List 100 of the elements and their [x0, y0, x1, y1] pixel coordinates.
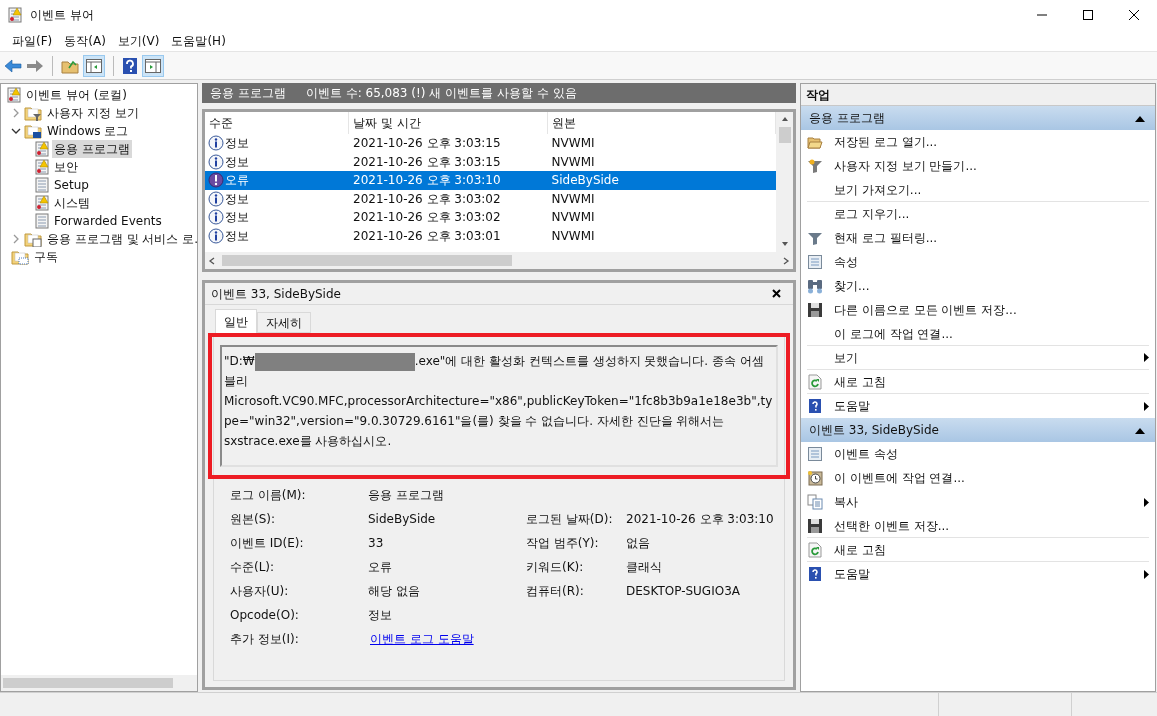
level-text: 오류: [225, 172, 249, 190]
close-icon[interactable]: [1129, 10, 1139, 20]
tree-item[interactable]: 구독: [32, 248, 60, 266]
level-text: 정보: [225, 209, 249, 227]
action-item[interactable]: 찾기...: [807, 274, 1149, 298]
date-cell-text: 2021-10-26 오후 3:03:02: [352, 190, 502, 208]
action-item[interactable]: 선택한 이벤트 저장...: [807, 514, 1149, 538]
help-icon: [807, 398, 823, 414]
source-cell-text: NVWMI: [550, 209, 596, 227]
action-item[interactable]: 보기: [807, 346, 1149, 370]
scrollbar-thumb[interactable]: [222, 255, 512, 266]
folder-subscription-icon: [11, 249, 29, 265]
chevron-right-icon[interactable]: [11, 108, 21, 118]
property-label: 로그된 날짜(D):: [526, 510, 614, 528]
close-icon[interactable]: [772, 289, 781, 298]
source-cell-text: NVWMI: [550, 153, 596, 171]
tree-item[interactable]: 이벤트 뷰어 (로컬): [24, 86, 129, 104]
source-cell-text: NVWMI: [550, 135, 596, 153]
action-item[interactable]: 로그 지우기...: [807, 202, 1149, 226]
property-label: 추가 정보(I):: [230, 630, 300, 648]
vertical-scrollbar[interactable]: [776, 112, 793, 252]
property-value: DESKTOP-SUGIO3A: [626, 582, 740, 600]
action-item[interactable]: 저장된 로그 열기...: [807, 130, 1149, 154]
help-icon[interactable]: [122, 56, 138, 75]
menu-item[interactable]: 도움말(H): [165, 31, 232, 50]
property-value: 정보: [368, 606, 393, 624]
tree-item[interactable]: 응용 프로그램 및 서비스 로.: [45, 230, 197, 248]
help-icon: [807, 566, 823, 582]
tab[interactable]: 자세히: [257, 312, 311, 333]
log-icon: [35, 177, 49, 193]
refresh-icon: [807, 373, 823, 390]
event-row[interactable]: 정보 2021-10-26 오후 3:03:15 NVWMI: [205, 152, 776, 171]
clock-icon: [807, 470, 823, 486]
tree-item[interactable]: Setup: [52, 176, 91, 194]
show-hide-tree-button[interactable]: [83, 54, 105, 77]
horizontal-scrollbar[interactable]: [205, 252, 793, 269]
tree-item[interactable]: 응용 프로그램: [52, 140, 132, 158]
help-link[interactable]: 이벤트 로그 도움말: [370, 629, 526, 648]
event-row[interactable]: 정보 2021-10-26 오후 3:03:02 NVWMI: [205, 189, 776, 208]
error-icon: [208, 172, 224, 189]
source-cell-text: SideBySide: [550, 172, 620, 190]
action-item[interactable]: 복사: [807, 490, 1149, 514]
horizontal-scrollbar[interactable]: [1, 675, 197, 691]
menu-item[interactable]: 동작(A): [58, 31, 112, 50]
event-row[interactable]: 오류 2021-10-26 오후 3:03:10 SideBySide: [205, 171, 776, 190]
action-item[interactable]: 다른 이름으로 모든 이벤트 저장...: [807, 298, 1149, 322]
folder-computer-icon: [24, 123, 42, 139]
tree-item[interactable]: 시스템: [52, 194, 92, 212]
back-arrow-icon[interactable]: [4, 58, 22, 73]
property-value: 없음: [626, 534, 650, 552]
action-item[interactable]: 현재 로그 필터링...: [807, 226, 1149, 250]
chevron-right-icon[interactable]: [11, 234, 21, 244]
maximize-icon[interactable]: [1083, 10, 1093, 20]
action-item[interactable]: 보기 가져오기...: [807, 178, 1149, 202]
scrollbar-thumb[interactable]: [778, 127, 791, 143]
action-item[interactable]: 이벤트 속성: [807, 442, 1149, 466]
menu-item[interactable]: 파일(F): [6, 31, 59, 50]
tree-item[interactable]: 사용자 지정 보기: [45, 104, 141, 122]
action-item[interactable]: 새로 고침: [807, 370, 1149, 394]
property-value: 오류: [368, 558, 393, 576]
copy-icon: [807, 494, 823, 510]
collapse-icon[interactable]: [1135, 114, 1145, 122]
property-value: 응용 프로그램: [368, 486, 445, 504]
column-header[interactable]: 날짜 및 시간: [349, 112, 548, 134]
forward-arrow-icon[interactable]: [26, 58, 44, 73]
property-label: 수준(L):: [230, 558, 276, 576]
info-icon: [208, 209, 224, 226]
event-row[interactable]: 정보 2021-10-26 오후 3:03:02 NVWMI: [205, 208, 776, 227]
collapse-icon[interactable]: [1135, 426, 1145, 434]
section-header[interactable]: 이벤트 33, SideBySide: [801, 418, 1155, 442]
date-cell-text: 2021-10-26 오후 3:03:15: [352, 153, 502, 171]
action-item[interactable]: 도움말: [807, 562, 1149, 586]
column-header[interactable]: 수준: [205, 112, 349, 134]
source-cell-text: NVWMI: [550, 227, 596, 245]
binoculars-icon: [807, 278, 823, 294]
tree-item[interactable]: Windows 로그: [45, 122, 131, 140]
show-hide-action-pane-button[interactable]: [142, 54, 164, 77]
tab[interactable]: 일반: [215, 309, 257, 333]
scrollbar-thumb[interactable]: [3, 678, 173, 688]
menu-item[interactable]: 보기(V): [111, 31, 166, 50]
action-item[interactable]: 도움말: [807, 394, 1149, 418]
action-item[interactable]: 새로 고침: [807, 538, 1149, 562]
date-cell-text: 2021-10-26 오후 3:03:02: [352, 209, 502, 227]
filter-icon: [807, 158, 823, 174]
section-header[interactable]: 응용 프로그램: [801, 106, 1155, 130]
level-text: 정보: [225, 135, 249, 153]
source-cell-text: NVWMI: [550, 190, 596, 208]
tree-item[interactable]: Forwarded Events: [52, 212, 164, 230]
action-item[interactable]: 이 이벤트에 작업 연결...: [807, 466, 1149, 490]
event-row[interactable]: 정보 2021-10-26 오후 3:03:01 NVWMI: [205, 226, 776, 245]
action-item[interactable]: 속성: [807, 250, 1149, 274]
action-item[interactable]: 이 로그에 작업 연결...: [807, 322, 1149, 346]
chevron-down-icon[interactable]: [11, 126, 21, 136]
event-row[interactable]: 정보 2021-10-26 오후 3:03:15 NVWMI: [205, 134, 776, 153]
tree-item[interactable]: 보안: [52, 158, 80, 176]
action-item[interactable]: 사용자 지정 보기 만들기...: [807, 154, 1149, 178]
property-label: 컴퓨터(R):: [526, 582, 585, 600]
property-value: 클래식: [626, 558, 662, 576]
info-icon: [208, 190, 224, 207]
submenu-arrow-icon: [1144, 497, 1149, 507]
